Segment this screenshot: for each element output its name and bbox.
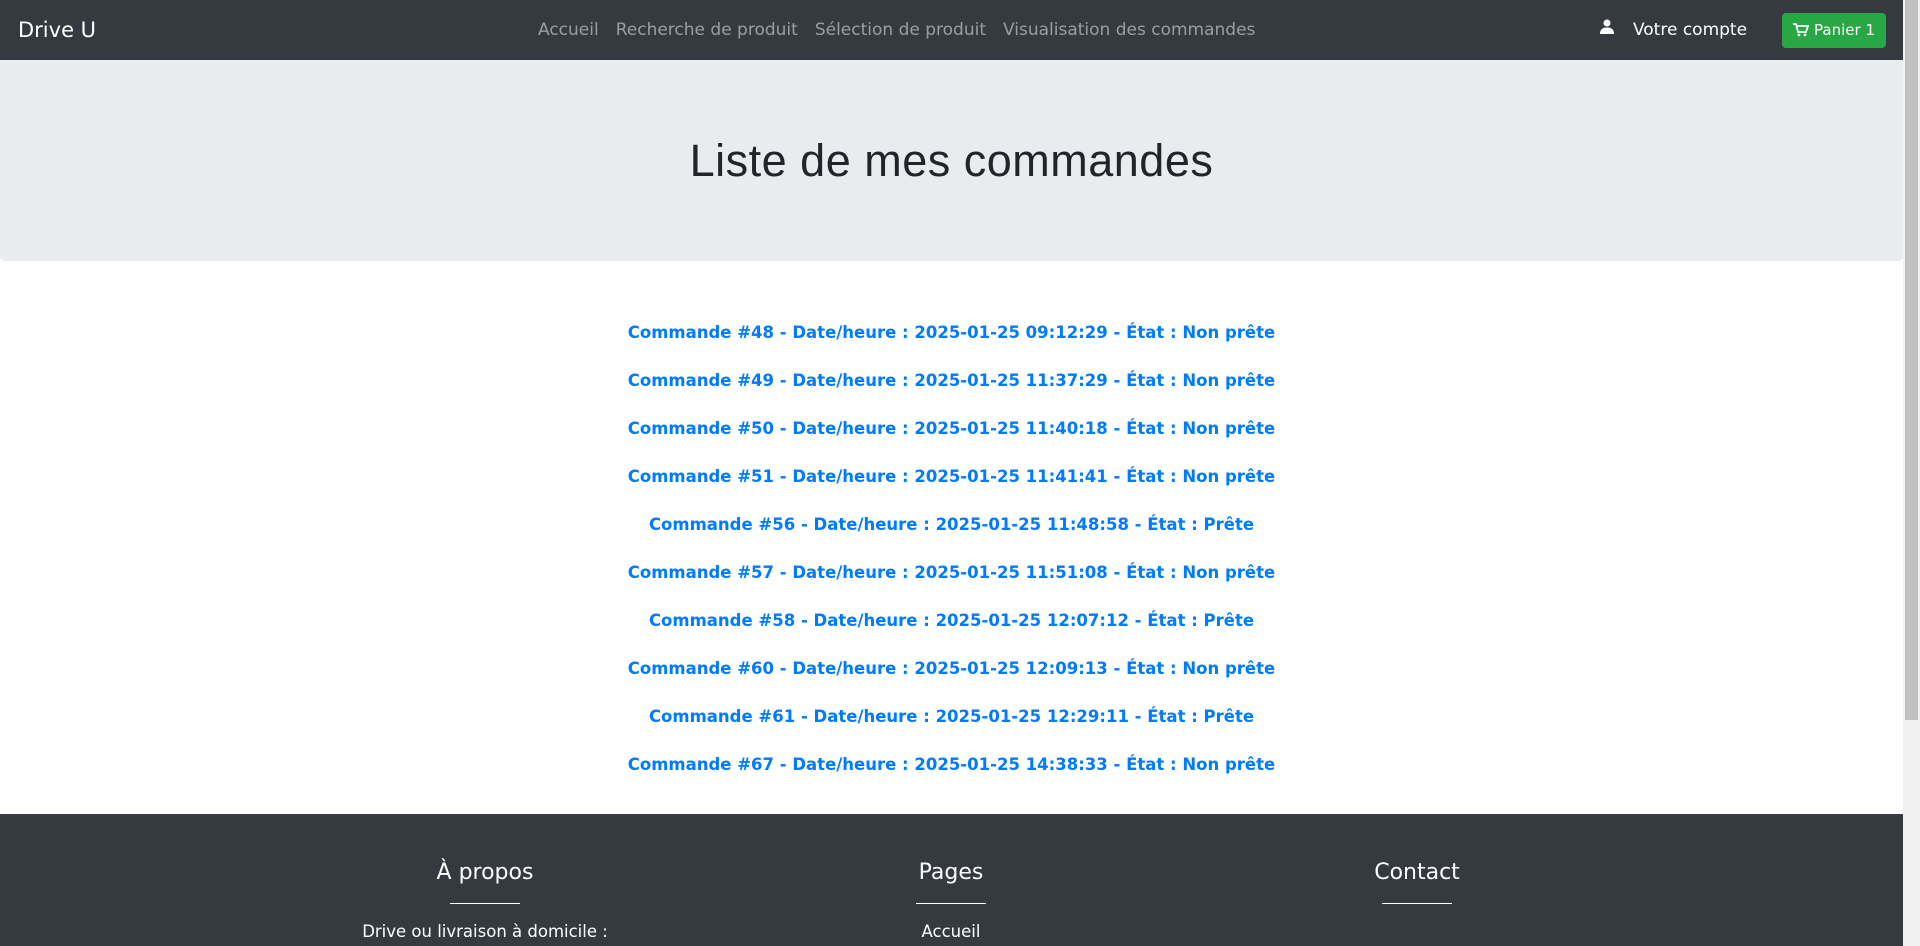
account-label: Votre compte (1632, 20, 1748, 40)
brand-logo[interactable]: Drive U (18, 18, 96, 42)
nav-right: Votre compte Panier 1 (1599, 0, 1886, 60)
footer-contact: Contact (1267, 860, 1567, 904)
order-link[interactable]: Commande #49 - Date/heure : 2025-01-25 1… (0, 357, 1903, 405)
footer-about-title: À propos (436, 860, 534, 885)
footer-contact-title: Contact (1374, 860, 1460, 885)
nav-link-recherche[interactable]: Recherche de produit (616, 20, 798, 40)
order-link[interactable]: Commande #48 - Date/heure : 2025-01-25 0… (0, 309, 1903, 357)
order-link[interactable]: Commande #57 - Date/heure : 2025-01-25 1… (0, 549, 1903, 597)
user-icon (1599, 19, 1614, 34)
navbar: Drive U Accueil Recherche de produit Sél… (0, 0, 1903, 60)
scrollbar[interactable] (1903, 0, 1920, 946)
order-link[interactable]: Commande #61 - Date/heure : 2025-01-25 1… (0, 693, 1903, 741)
footer-about: À propos Drive ou livraison à domicile : (335, 860, 635, 941)
nav-link-commandes[interactable]: Visualisation des commandes (1003, 20, 1255, 40)
order-link[interactable]: Commande #56 - Date/heure : 2025-01-25 1… (0, 501, 1903, 549)
jumbotron: Liste de mes commandes (0, 60, 1903, 261)
order-link[interactable]: Commande #67 - Date/heure : 2025-01-25 1… (0, 741, 1903, 789)
order-link[interactable]: Commande #50 - Date/heure : 2025-01-25 1… (0, 405, 1903, 453)
order-link[interactable]: Commande #51 - Date/heure : 2025-01-25 1… (0, 453, 1903, 501)
order-link[interactable]: Commande #60 - Date/heure : 2025-01-25 1… (0, 645, 1903, 693)
footer: À propos Drive ou livraison à domicile :… (0, 814, 1903, 946)
cart-icon (1793, 23, 1810, 37)
footer-divider (916, 903, 986, 904)
footer-divider (1382, 903, 1452, 904)
account-link[interactable]: Votre compte (1599, 19, 1748, 40)
scrollbar-thumb[interactable] (1905, 0, 1918, 720)
nav-link-selection[interactable]: Sélection de produit (815, 20, 986, 40)
orders-list: Commande #48 - Date/heure : 2025-01-25 0… (0, 261, 1903, 789)
nav-link-accueil[interactable]: Accueil (538, 20, 599, 40)
cart-label: Panier 1 (1814, 21, 1875, 39)
footer-pages-title: Pages (918, 860, 984, 885)
footer-about-text: Drive ou livraison à domicile : (362, 922, 608, 941)
cart-button[interactable]: Panier 1 (1782, 12, 1886, 48)
page: Drive U Accueil Recherche de produit Sél… (0, 0, 1903, 946)
nav-links: Accueil Recherche de produit Sélection d… (538, 0, 1255, 60)
page-title: Liste de mes commandes (689, 134, 1214, 186)
order-link[interactable]: Commande #58 - Date/heure : 2025-01-25 1… (0, 597, 1903, 645)
footer-divider (450, 903, 520, 904)
footer-pages-link-accueil[interactable]: Accueil (801, 922, 1101, 941)
footer-pages: Pages Accueil (801, 860, 1101, 941)
